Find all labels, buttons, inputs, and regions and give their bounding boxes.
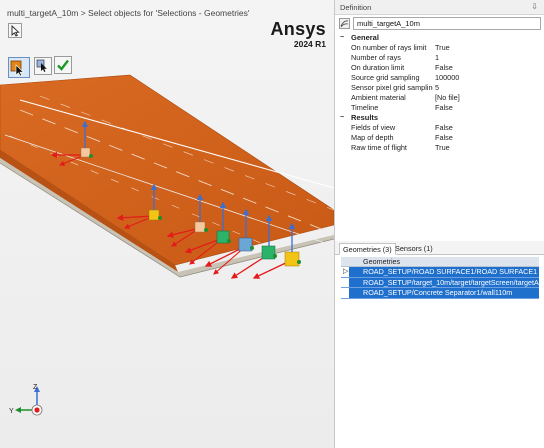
object-name-field[interactable] [353, 17, 541, 30]
row-header[interactable] [341, 288, 349, 298]
viewport-title: multi_targetA_10m > Select objects for '… [7, 8, 250, 18]
table-header[interactable]: Geometries [341, 257, 539, 267]
property-key: On duration limit [351, 63, 405, 72]
3d-viewport[interactable]: multi_targetA_10m > Select objects for '… [0, 0, 334, 448]
property-key: Sensor pixel grid sampling [351, 83, 433, 92]
property-key: Fields of view [351, 123, 396, 132]
property-value[interactable]: False [435, 103, 453, 113]
property-key: Map of depth [351, 133, 394, 142]
definition-panel: Definition ⇩ − General On number of rays… [334, 0, 544, 448]
property-value[interactable]: 100000 [435, 73, 459, 83]
property-row[interactable]: Sensor pixel grid sampling 5 [339, 83, 541, 93]
property-key: On number of rays limit [351, 43, 427, 52]
property-value[interactable]: False [435, 123, 453, 133]
axis-y-label: Y [9, 408, 14, 415]
current-row-icon: ▷ [343, 268, 349, 275]
property-value[interactable]: 5 [435, 83, 439, 93]
table-row[interactable]: ▷ ROAD_SETUP/ROAD SURFACE1/ROAD SURFACE1 [341, 267, 539, 278]
property-key: Raw time of flight [351, 143, 407, 152]
selection-tabs: Geometries (3) Sensors (1) [335, 241, 544, 255]
tab-sensors[interactable]: Sensors (1) [392, 243, 436, 255]
section-title: Results [351, 113, 379, 122]
section-title: General [351, 33, 379, 42]
panel-title: Definition [340, 3, 372, 12]
property-row[interactable]: Number of rays 1 [339, 53, 541, 63]
property-row[interactable]: Ambient material [No file] [339, 93, 541, 103]
road-surface[interactable] [0, 74, 334, 278]
row-header[interactable] [341, 277, 349, 287]
simulation-icon [339, 18, 350, 29]
collapse-icon[interactable]: − [340, 113, 344, 123]
section-general[interactable]: − General [339, 33, 541, 43]
arrow-cursor-button[interactable] [8, 23, 22, 38]
table-cell[interactable]: ROAD_SETUP/ROAD SURFACE1/ROAD SURFACE1 [363, 267, 537, 277]
section-results[interactable]: − Results [339, 113, 541, 123]
object-name-row [339, 17, 541, 30]
collapse-icon[interactable]: − [340, 33, 344, 43]
property-value[interactable]: [No file] [435, 93, 460, 103]
table-cell[interactable]: ROAD_SETUP/Concrete Separator1/wall110m [363, 288, 512, 298]
property-value[interactable]: False [435, 133, 453, 143]
table-cell[interactable]: ROAD_SETUP/target_10m/target/targetScree… [363, 278, 539, 288]
property-row[interactable]: Source grid sampling 100000 [339, 73, 541, 83]
property-value[interactable]: 1 [435, 53, 439, 63]
tab-geometries[interactable]: Geometries (3) [339, 243, 396, 255]
property-key: Number of rays [351, 53, 401, 62]
property-row[interactable]: On number of rays limit True [339, 43, 541, 53]
property-key: Source grid sampling [351, 73, 420, 82]
property-row[interactable]: Fields of view False [339, 123, 541, 133]
table-row[interactable]: ROAD_SETUP/target_10m/target/targetScree… [341, 277, 539, 288]
table-row[interactable]: ROAD_SETUP/Concrete Separator1/wall110m [341, 288, 539, 299]
orientation-triad: Z Y [9, 384, 43, 416]
pin-icon[interactable]: ⇩ [531, 2, 538, 11]
property-value[interactable]: True [435, 143, 450, 153]
property-row[interactable]: Raw time of flight True [339, 143, 541, 153]
arrow-cursor-icon [11, 24, 20, 37]
property-row[interactable]: Timeline False [339, 103, 541, 113]
road-scene [0, 74, 334, 279]
property-value[interactable]: False [435, 63, 453, 73]
property-row[interactable]: On duration limit False [339, 63, 541, 73]
geometries-table: Geometries ▷ ROAD_SETUP/ROAD SURFACE1/RO… [341, 257, 539, 299]
property-key: Timeline [351, 103, 379, 112]
axis-z-label: Z [33, 384, 38, 391]
property-key: Ambient material [351, 93, 406, 102]
property-value[interactable]: True [435, 43, 450, 53]
property-row[interactable]: Map of depth False [339, 133, 541, 143]
logo-brand: Ansys [270, 19, 326, 39]
property-grid: − General On number of rays limit True Nu… [339, 33, 541, 153]
panel-header: Definition ⇩ [335, 0, 544, 15]
